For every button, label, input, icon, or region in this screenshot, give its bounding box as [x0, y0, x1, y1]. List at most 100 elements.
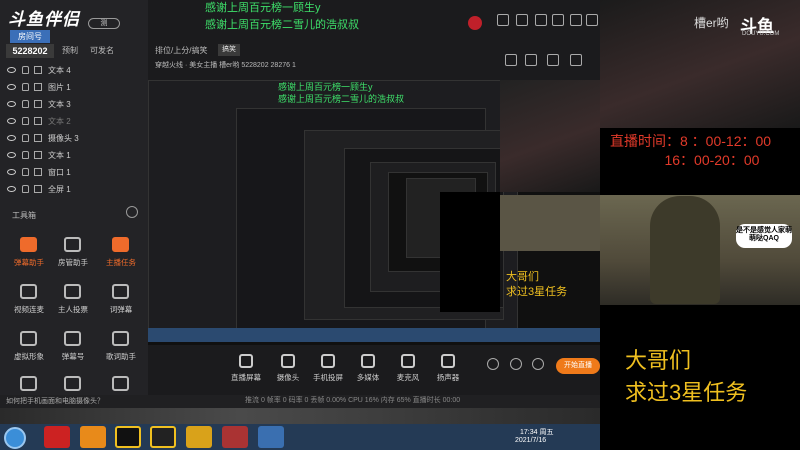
layout-icon[interactable]	[547, 54, 559, 66]
checkbox[interactable]	[34, 66, 42, 74]
checkbox[interactable]	[34, 134, 42, 142]
toolbar-button[interactable]: 手机投屏	[310, 352, 346, 386]
eye-icon[interactable]	[7, 118, 16, 124]
lock-icon[interactable]	[22, 185, 29, 193]
add-icon[interactable]	[505, 54, 517, 66]
windows-start-icon[interactable]	[4, 427, 26, 449]
tool-button[interactable]: 歌词助手	[98, 327, 144, 373]
tool-button[interactable]: 词弹幕	[98, 280, 144, 326]
tools-title: 工具箱	[12, 211, 36, 220]
checkbox[interactable]	[34, 100, 42, 108]
clock-date: 2021/7/16	[515, 437, 547, 444]
douyu-icon[interactable]	[80, 426, 106, 448]
tool-icon	[112, 237, 129, 252]
tool-button[interactable]: 虚拟形象	[6, 327, 52, 373]
tool-button[interactable]	[6, 372, 52, 418]
menu-icon[interactable]	[552, 14, 564, 26]
eye-icon[interactable]	[7, 169, 16, 175]
tool-button[interactable]	[98, 372, 144, 418]
room-label: 房间号	[10, 30, 50, 43]
preview-banner-1: 感谢上周百元榜一顾生y	[278, 82, 373, 92]
eye-icon[interactable]	[7, 84, 16, 90]
close-icon[interactable]	[586, 14, 598, 26]
start-live-button[interactable]: 开始直播	[556, 358, 600, 374]
tool-icon	[20, 376, 37, 391]
eye-icon[interactable]	[7, 67, 16, 73]
category-tab[interactable]: 搞笑	[218, 44, 240, 56]
toolbar-button[interactable]: 多媒体	[350, 352, 386, 386]
lock-icon[interactable]	[22, 66, 29, 74]
shirt-icon[interactable]	[535, 14, 547, 26]
avatar[interactable]	[468, 16, 482, 30]
layer-label: 图片 1	[48, 83, 71, 92]
layer-item[interactable]: 摄像头 3	[0, 132, 148, 149]
toolbar-button[interactable]: 直播屏幕	[228, 352, 264, 386]
tool-button[interactable]: 房管助手	[50, 233, 96, 279]
game-icon[interactable]	[186, 426, 212, 448]
task-request-text: 大哥们 求过3星任务	[625, 348, 748, 405]
toolbar-button[interactable]: 扬声器	[430, 352, 466, 386]
layer-label: 窗口 1	[48, 168, 71, 177]
speed-icon[interactable]	[510, 358, 522, 370]
tool-button[interactable]: 主人投票	[50, 280, 96, 326]
layer-label: 文本 1	[48, 151, 71, 160]
version-tag[interactable]: 测	[88, 18, 120, 29]
tool-button[interactable]: 视频连麦	[6, 280, 52, 326]
layer-label: 全屏 1	[48, 185, 71, 194]
gear-icon[interactable]	[126, 206, 138, 218]
layer-item[interactable]: 全屏 1	[0, 183, 148, 200]
layer-item[interactable]: 文本 2	[0, 115, 148, 132]
o-app-icon[interactable]	[115, 426, 141, 448]
minimize-icon[interactable]	[570, 14, 582, 26]
tool-button[interactable]: 弹幕助手	[6, 233, 52, 279]
preview-taskbar	[148, 328, 600, 342]
tool-button[interactable]: 弹幕号	[50, 327, 96, 373]
eye-icon[interactable]	[7, 186, 16, 192]
layer-item[interactable]: 窗口 1	[0, 166, 148, 183]
clock-time: 17:34 周五	[520, 429, 554, 436]
netease-music-icon[interactable]	[44, 426, 70, 448]
g-app-icon[interactable]	[150, 426, 176, 448]
preview-banner-2: 感谢上周百元榜二雪儿的浩叔叔	[278, 94, 405, 104]
record-icon[interactable]	[487, 358, 499, 370]
checkbox[interactable]	[34, 168, 42, 176]
window-icon[interactable]	[258, 426, 284, 448]
eye-icon[interactable]	[7, 152, 16, 158]
toolbar-label: 扬声器	[436, 373, 460, 382]
layer-item[interactable]: 文本 4	[0, 64, 148, 81]
checkbox[interactable]	[34, 185, 42, 193]
layer-item[interactable]: 图片 1	[0, 81, 148, 98]
eye-icon[interactable]	[7, 101, 16, 107]
lock-icon[interactable]	[22, 168, 29, 176]
tab-live[interactable]: 预制	[62, 45, 78, 56]
message-icon[interactable]	[497, 14, 509, 26]
checkbox[interactable]	[34, 83, 42, 91]
speech-bubble: 是不是感觉人家萌萌哒QAQ	[736, 224, 792, 248]
settings-icon[interactable]	[516, 14, 528, 26]
toolbar-icon	[321, 354, 335, 368]
tool-button[interactable]	[50, 372, 96, 418]
layer-label: 摄像头 3	[48, 134, 79, 143]
banner-text: 感谢上周百元榜一顾生y 感谢上周百元榜二雪儿的浩叔叔	[205, 0, 425, 40]
tool-button[interactable]: 主播任务	[98, 233, 144, 279]
tool-icon	[112, 284, 129, 299]
lock-icon[interactable]	[22, 83, 29, 91]
settings-wheel-icon[interactable]	[532, 358, 544, 370]
lock-icon[interactable]	[22, 134, 29, 142]
tool-label: 主人投票	[58, 305, 88, 314]
toolbar-button[interactable]: 摄像头	[270, 352, 306, 386]
toolbar-button[interactable]: 麦克风	[390, 352, 426, 386]
lock-icon[interactable]	[22, 117, 29, 125]
watermark-username: 槽er哟	[694, 16, 729, 30]
lock-icon[interactable]	[22, 151, 29, 159]
bell-icon[interactable]	[570, 54, 582, 66]
lock-icon[interactable]	[22, 100, 29, 108]
eye-icon[interactable]	[7, 135, 16, 141]
layer-item[interactable]: 文本 3	[0, 98, 148, 115]
tab-preset[interactable]: 可发名	[90, 45, 114, 56]
checkbox[interactable]	[34, 151, 42, 159]
lock-icon[interactable]	[525, 54, 537, 66]
checkbox[interactable]	[34, 117, 42, 125]
layer-item[interactable]: 文本 1	[0, 149, 148, 166]
crossfire-icon[interactable]	[222, 426, 248, 448]
